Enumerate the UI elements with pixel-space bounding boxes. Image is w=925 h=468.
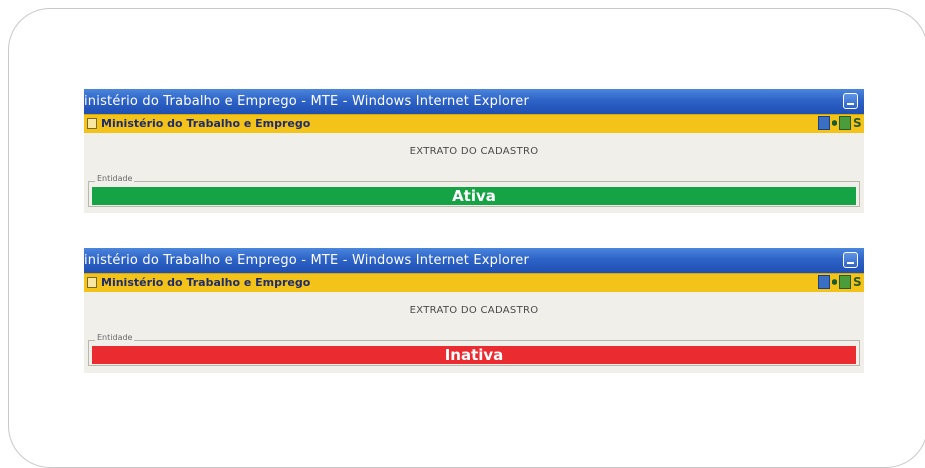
ie-window-inactive: inistério do Trabalho e Emprego - MTE - …: [84, 248, 864, 373]
page-heading: EXTRATO DO CADASTRO: [409, 305, 539, 316]
window-title: inistério do Trabalho e Emprego - MTE - …: [84, 94, 530, 109]
home-icon[interactable]: [818, 116, 830, 130]
separator-dot-icon: [832, 275, 837, 289]
window-titlebar[interactable]: inistério do Trabalho e Emprego - MTE - …: [84, 248, 864, 273]
page-title: Ministério do Trabalho e Emprego: [101, 276, 311, 289]
toolbar-icons: S: [818, 275, 862, 289]
window-title: inistério do Trabalho e Emprego - MTE - …: [84, 253, 530, 268]
status-badge-active: Ativa: [92, 187, 856, 205]
entity-fieldset: Entidade Ativa: [88, 174, 860, 207]
separator-dot-icon: [832, 116, 837, 130]
safety-icon[interactable]: S: [853, 116, 862, 130]
feeds-icon[interactable]: [839, 275, 851, 289]
minimize-icon[interactable]: [843, 252, 858, 268]
fieldset-legend: Entidade: [95, 333, 135, 342]
feeds-icon[interactable]: [839, 116, 851, 130]
page-heading: EXTRATO DO CADASTRO: [409, 146, 539, 157]
page-icon: [87, 277, 97, 288]
toolbar-icons: S: [818, 116, 862, 130]
page-icon: [87, 118, 97, 129]
minimize-icon[interactable]: [843, 93, 858, 109]
safety-icon[interactable]: S: [853, 275, 862, 289]
window-titlebar[interactable]: inistério do Trabalho e Emprego - MTE - …: [84, 89, 864, 114]
page-title-bar: Ministério do Trabalho e Emprego S: [84, 273, 864, 292]
page-title: Ministério do Trabalho e Emprego: [101, 117, 311, 130]
ie-window-active: inistério do Trabalho e Emprego - MTE - …: [84, 89, 864, 213]
page-title-bar: Ministério do Trabalho e Emprego S: [84, 114, 864, 133]
status-badge-inactive: Inativa: [92, 346, 856, 364]
page-content: EXTRATO DO CADASTRO Entidade Inativa: [84, 292, 864, 372]
home-icon[interactable]: [818, 275, 830, 289]
figure-card: [8, 8, 925, 468]
page-content: EXTRATO DO CADASTRO Entidade Ativa: [84, 133, 864, 213]
fieldset-legend: Entidade: [95, 174, 135, 183]
entity-fieldset: Entidade Inativa: [88, 333, 860, 366]
